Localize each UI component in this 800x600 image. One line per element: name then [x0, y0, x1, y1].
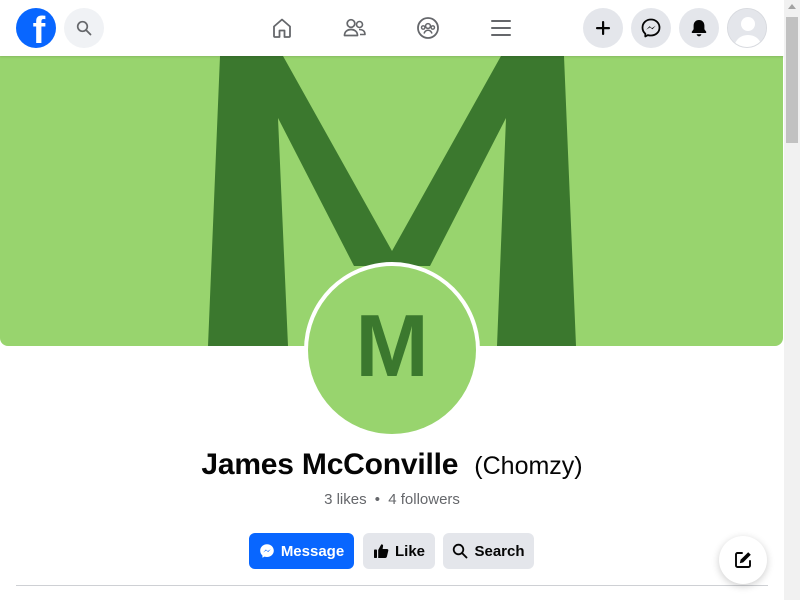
search-icon	[76, 20, 92, 36]
page-scrollbar[interactable]	[784, 0, 800, 600]
likes-count[interactable]: 3 likes	[324, 491, 367, 508]
profile-page: f M James McConville (Chomzy) 3 likes • …	[0, 0, 800, 600]
friends-tab[interactable]	[339, 12, 371, 44]
create-button[interactable]	[583, 8, 623, 48]
section-divider	[16, 585, 768, 586]
facebook-logo-letter: f	[32, 10, 46, 48]
home-tab[interactable]	[266, 12, 298, 44]
like-button[interactable]: Like	[363, 533, 435, 569]
profile-actions: Message Like Search	[0, 533, 784, 569]
search-button-label: Search	[474, 542, 525, 560]
messenger-icon	[259, 543, 275, 559]
groups-icon	[417, 17, 439, 39]
profile-picture-image: M	[308, 266, 476, 434]
bell-icon	[691, 20, 707, 37]
home-icon	[273, 18, 291, 38]
profile-name: James McConville	[201, 448, 459, 481]
account-avatar[interactable]	[727, 8, 767, 48]
new-message-button[interactable]	[719, 536, 767, 584]
stats-separator: •	[374, 491, 381, 508]
scroll-up-arrow-icon[interactable]	[788, 4, 796, 9]
search-icon	[452, 543, 468, 559]
top-navigation-bar: f	[0, 0, 784, 56]
profile-alternate-name: (Chomzy)	[474, 452, 583, 480]
compose-icon	[735, 552, 751, 568]
avatar-icon	[728, 9, 766, 47]
messenger-button[interactable]	[631, 8, 671, 48]
like-button-label: Like	[394, 542, 425, 560]
profile-picture[interactable]: M	[304, 262, 480, 438]
message-button[interactable]: Message	[249, 533, 354, 569]
thumbs-up-icon	[373, 543, 389, 559]
search-button[interactable]	[64, 8, 104, 48]
profile-name-row: James McConville (Chomzy)	[0, 448, 784, 488]
friends-icon	[343, 18, 366, 37]
menu-tab[interactable]	[485, 12, 517, 44]
plus-icon	[596, 21, 610, 35]
menu-icon	[491, 20, 511, 36]
groups-tab[interactable]	[412, 12, 444, 44]
message-button-label: Message	[280, 542, 345, 560]
followers-count[interactable]: 4 followers	[388, 491, 460, 508]
profile-search-button[interactable]: Search	[443, 533, 534, 569]
profile-picture-letter: M	[355, 296, 429, 395]
scrollbar-thumb[interactable]	[786, 17, 798, 143]
profile-stats: 3 likes • 4 followers	[0, 491, 784, 508]
messenger-icon	[641, 18, 661, 38]
facebook-logo-icon[interactable]: f	[16, 8, 56, 48]
notifications-button[interactable]	[679, 8, 719, 48]
